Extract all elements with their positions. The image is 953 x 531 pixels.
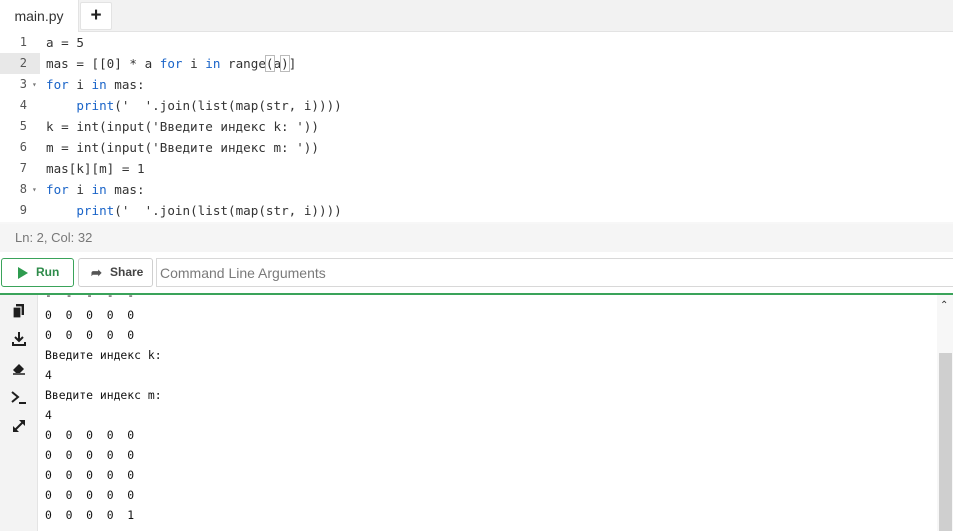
share-button[interactable]: ➦ Share [78,258,153,287]
line-number: 2 [0,53,40,74]
code-line[interactable]: 1 a = 5 [0,32,953,53]
line-code[interactable]: mas[k][m] = 1 [46,158,145,179]
code-line[interactable]: 7 mas[k][m] = 1 [0,158,953,179]
expand-icon[interactable] [10,417,28,435]
line-code[interactable]: print(' '.join(list(map(str, i)))) [46,95,341,116]
output-line: 0 0 0 0 0 [45,448,135,462]
eraser-icon[interactable] [10,359,28,377]
add-file-button[interactable]: + [80,2,112,30]
line-number: 5 [19,119,27,133]
line-code[interactable]: mas = [[0] * a for i in range(a)] [46,53,296,74]
output-line: 0 0 0 0 0 [45,428,135,442]
line-number: 4 [19,98,27,112]
line-code[interactable]: for i in mas: [46,179,145,200]
copy-icon[interactable] [10,302,28,320]
run-button-label: Run [36,265,60,279]
code-editor: main.py + 1 a = 5 2 mas = [[0] * a for i… [0,0,953,252]
run-button[interactable]: Run [1,258,74,287]
file-tab-bar: main.py + [0,0,953,33]
output-line: 0 0 0 0 0 [45,328,135,342]
code-line[interactable]: 8 ▾ for i in mas: [0,179,953,200]
line-number: 7 [19,161,27,175]
share-button-label: Share [110,265,144,279]
line-number: 9 [19,203,27,217]
code-line[interactable]: 3 ▾ for i in mas: [0,74,953,95]
fold-toggle-icon[interactable]: ▾ [32,74,37,95]
output-line: 0 0 0 0 0 [45,488,135,502]
line-code[interactable]: m = int(input('Введите индекс m: ')) [46,137,319,158]
output-console: - - - - - 0 0 0 0 0 0 0 0 0 0 Введите ин… [0,293,953,531]
share-arrow-icon: ➦ [91,265,102,280]
output-line: 0 0 0 0 0 [45,468,135,482]
output-line: Введите индекс m: [45,388,162,402]
console-action-rail [0,295,38,531]
code-line[interactable]: 6 m = int(input('Введите индекс m: ')) [0,137,953,158]
scrollbar-thumb[interactable] [939,353,952,531]
code-line[interactable]: 4 print(' '.join(list(map(str, i)))) [0,95,953,116]
play-icon [18,267,28,279]
download-icon[interactable] [10,330,28,348]
terminal-icon[interactable] [10,388,28,406]
output-line: - - - - - [45,295,135,302]
output-line: Введите индекс k: [45,348,162,362]
cursor-position-status: Ln: 2, Col: 32 [0,224,953,252]
output-line: 0 0 0 0 1 [45,508,135,522]
line-code[interactable]: for i in mas: [46,74,145,95]
run-toolbar: Run ➦ Share [0,258,953,288]
tab-main-py[interactable]: main.py [0,0,79,33]
command-line-arguments-input[interactable] [156,258,953,287]
output-line: 4 [45,408,52,422]
code-line[interactable]: 5 k = int(input('Введите индекс k: ')) [0,116,953,137]
code-line-active[interactable]: 2 mas = [[0] * a for i in range(a)] [0,53,953,74]
output-line: 4 [45,368,52,382]
line-number: 6 [19,140,27,154]
line-number: 1 [19,35,27,49]
console-output[interactable]: - - - - - 0 0 0 0 0 0 0 0 0 0 Введите ин… [45,295,935,531]
line-code[interactable]: a = 5 [46,32,84,53]
line-code[interactable]: k = int(input('Введите индекс k: ')) [46,116,319,137]
output-scrollbar[interactable]: ⌃ [937,295,953,531]
scroll-up-icon[interactable]: ⌃ [940,300,948,311]
code-line[interactable]: 9 print(' '.join(list(map(str, i)))) [0,200,953,221]
output-line: 0 0 0 0 0 [45,308,135,322]
line-code[interactable]: print(' '.join(list(map(str, i)))) [46,200,341,221]
code-area[interactable]: 1 a = 5 2 mas = [[0] * a for i in range(… [0,32,953,222]
fold-toggle-icon[interactable]: ▾ [32,179,37,200]
